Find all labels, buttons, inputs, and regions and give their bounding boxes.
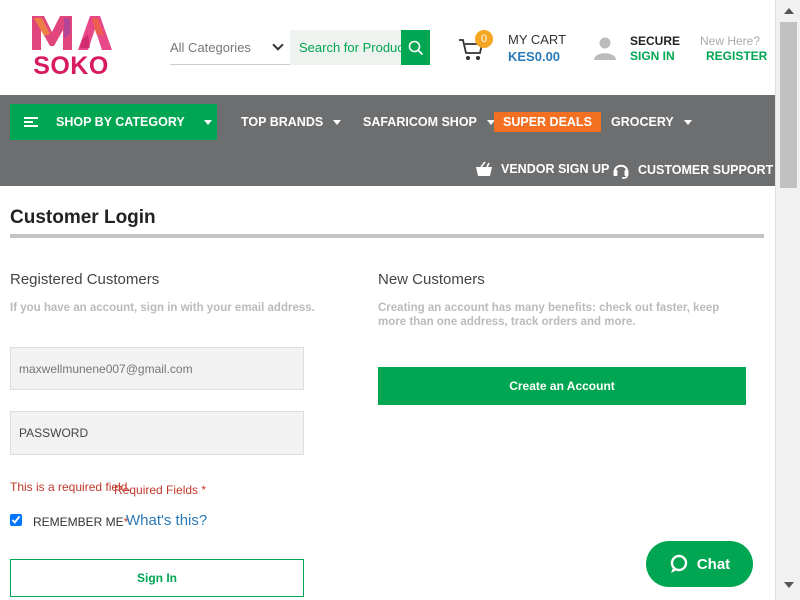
new-customers-title: New Customers: [378, 271, 485, 288]
caret-down-icon: [203, 119, 212, 125]
password-field[interactable]: [10, 411, 304, 455]
title-divider: [10, 234, 764, 238]
chat-icon: [670, 554, 688, 573]
required-fields-note: Required Fields *: [114, 483, 207, 497]
main-nav: SHOP BY CATEGORY TOP BRANDS SAFARICOM SH…: [0, 95, 775, 186]
nav-top-brands-label: TOP BRANDS: [241, 115, 324, 129]
shop-by-category-label: SHOP BY CATEGORY: [56, 115, 185, 129]
scrollbar-thumb[interactable]: [780, 22, 797, 188]
search-icon: [408, 40, 423, 55]
remember-me-text: REMEMBER ME: [33, 515, 124, 529]
shop-by-category-button[interactable]: SHOP BY CATEGORY: [10, 104, 217, 140]
nav-top-brands[interactable]: TOP BRANDS: [241, 115, 342, 129]
sign-in-button[interactable]: Sign In: [10, 559, 304, 597]
vendor-sign-up-link[interactable]: VENDOR SIGN UP: [475, 161, 609, 177]
scroll-up-arrow-icon[interactable]: [784, 8, 794, 14]
headset-icon: [613, 164, 629, 179]
masoko-logo[interactable]: SOKO: [30, 14, 112, 80]
chat-label: Chat: [696, 555, 731, 573]
nav-grocery-label: GROCERY: [611, 115, 674, 129]
search-button[interactable]: [401, 30, 430, 65]
basket-icon: [476, 161, 492, 176]
whats-this-link[interactable]: What's this?: [126, 512, 207, 529]
cart-count-badge: 0: [475, 30, 493, 48]
chevron-down-icon: [272, 39, 284, 51]
nav-grocery[interactable]: GROCERY: [611, 115, 692, 129]
mini-cart[interactable]: 0 MY CART KES0.00: [458, 30, 578, 70]
caret-down-icon: [683, 119, 692, 125]
nav-safaricom-shop-label: SAFARICOM SHOP: [363, 115, 477, 129]
page-scrollbar[interactable]: [775, 0, 800, 600]
customer-support-label: CUSTOMER SUPPORT: [638, 163, 774, 177]
logo-ma-mark: [32, 16, 112, 50]
nav-super-deals[interactable]: SUPER DEALS: [494, 112, 601, 132]
new-here-label: New Here?: [700, 34, 761, 48]
cart-total: KES0.00: [508, 49, 561, 64]
site-header: SOKO All Categories 0 MY CART KES0.00: [0, 0, 775, 95]
caret-down-icon: [333, 119, 342, 125]
scroll-down-arrow-icon[interactable]: [784, 582, 794, 588]
new-customers-description: Creating an account has many benefits: c…: [378, 302, 720, 328]
category-select[interactable]: All Categories: [170, 30, 290, 65]
nav-safaricom-shop[interactable]: SAFARICOM SHOP: [363, 115, 495, 129]
page-title: Customer Login: [10, 207, 156, 228]
search-input[interactable]: [290, 30, 402, 65]
remember-me-checkbox[interactable]: [10, 514, 22, 526]
cart-label: MY CART: [508, 32, 567, 47]
password-error-text: This is a required field.: [10, 480, 131, 494]
email-field[interactable]: [10, 347, 304, 390]
registered-customers-title: Registered Customers: [10, 271, 160, 288]
header-register-link[interactable]: REGISTER: [706, 49, 767, 63]
category-select-value: All Categories: [170, 39, 251, 55]
page: SOKO All Categories 0 MY CART KES0.00: [0, 0, 800, 600]
customer-support-link[interactable]: CUSTOMER SUPPORT: [612, 161, 773, 179]
create-account-button[interactable]: Create an Account: [378, 367, 746, 405]
chat-button[interactable]: Chat: [646, 541, 753, 587]
remember-me-label: REMEMBER ME*: [33, 515, 128, 529]
secure-label: SECURE: [630, 34, 681, 48]
user-icon: [594, 37, 616, 60]
registered-customers-description: If you have an account, sign in with you…: [10, 302, 315, 314]
menu-icon: [24, 115, 38, 129]
logo-soko-text: SOKO: [33, 52, 109, 80]
header-sign-in-link[interactable]: SIGN IN: [630, 49, 675, 63]
vendor-sign-up-label: VENDOR SIGN UP: [501, 162, 610, 176]
